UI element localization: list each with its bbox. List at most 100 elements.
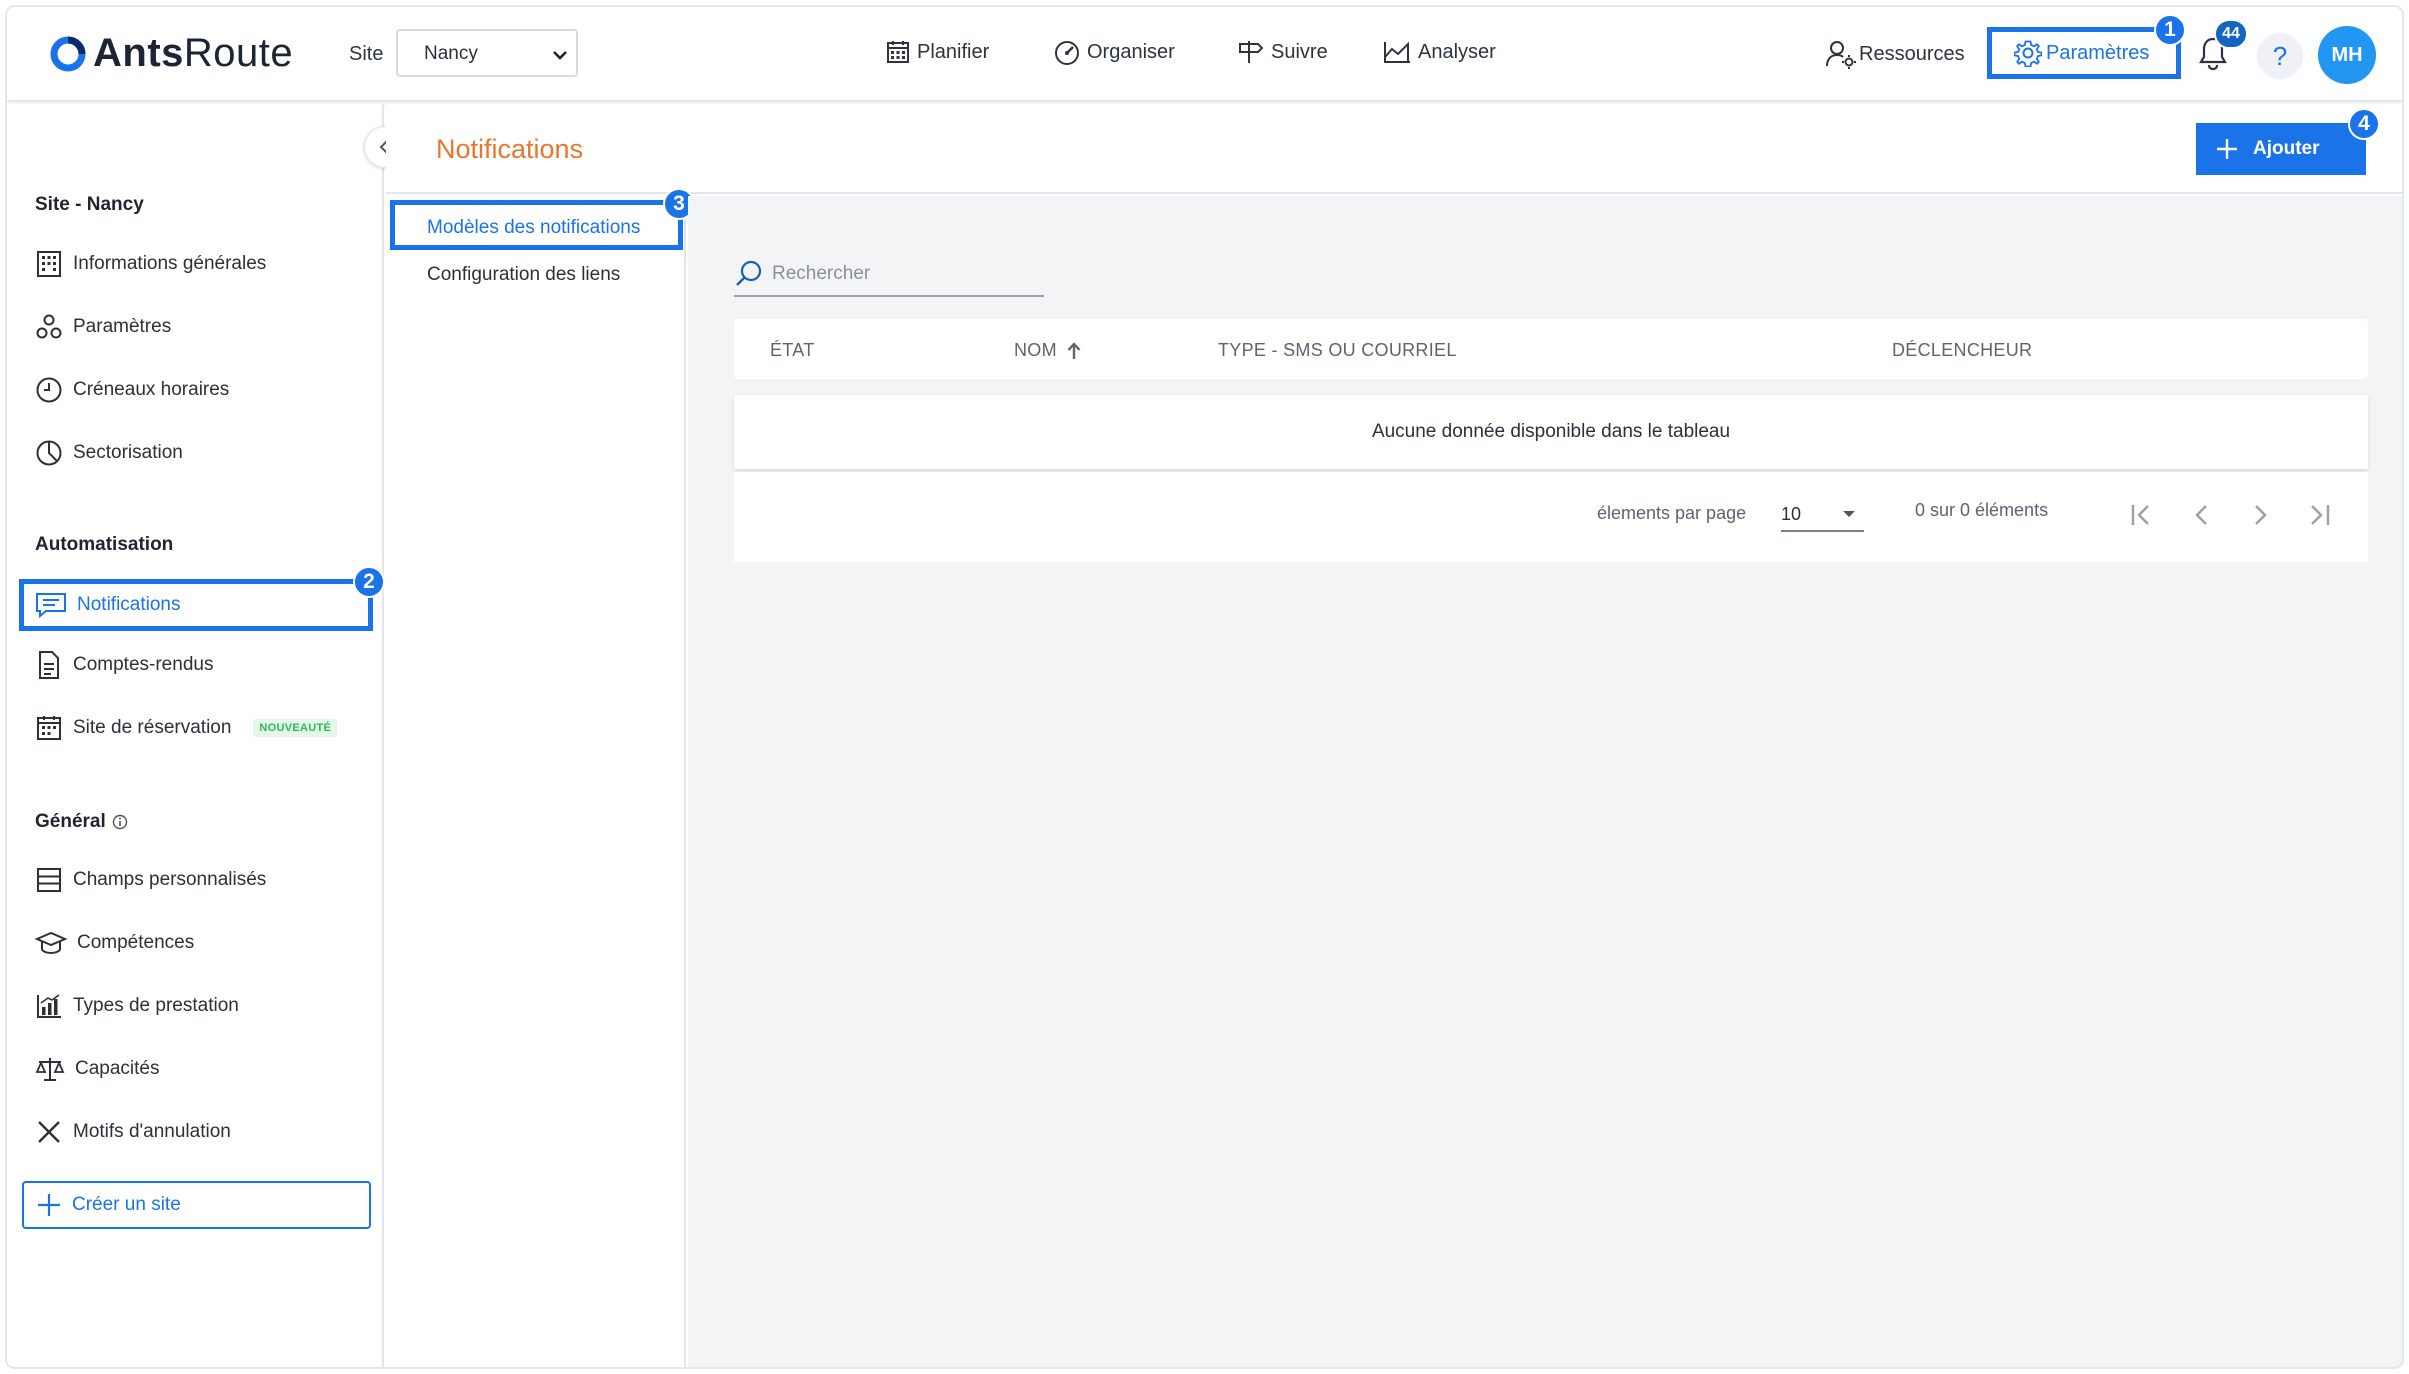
pie-icon: [36, 440, 62, 466]
sidebar-item-capacites[interactable]: Capacités: [35, 1051, 160, 1087]
sidebar-item-motifs[interactable]: Motifs d'annulation: [35, 1114, 231, 1150]
search-icon: [736, 260, 762, 286]
sidebar-item-label: Champs personnalisés: [73, 869, 267, 890]
plus-icon: [2217, 139, 2237, 159]
sidebar: Site - Nancy Informations générales Para…: [7, 104, 406, 1367]
sidebar-item-comptes-rendus[interactable]: Comptes-rendus: [35, 647, 213, 683]
gear-icon: [2014, 40, 2042, 67]
nav-organiser[interactable]: Organiser: [1053, 39, 1175, 65]
sort-ascending-icon: [1067, 341, 1081, 359]
sidebar-item-label: Types de prestation: [73, 995, 239, 1016]
create-site-button[interactable]: Créer un site: [22, 1181, 371, 1229]
building-icon: [37, 251, 61, 277]
notifications-bell-button[interactable]: 44: [2197, 19, 2248, 75]
calendar-icon: [887, 41, 909, 63]
page-size-value: 10: [1781, 503, 1802, 524]
nav-planifier[interactable]: Planifier: [885, 39, 989, 65]
nav-organiser-label: Organiser: [1087, 40, 1175, 63]
sidebar-section-site: Site - Nancy: [35, 194, 144, 215]
add-button[interactable]: Ajouter: [2196, 123, 2366, 175]
new-badge: NOUVEAUTÉ: [253, 719, 338, 737]
site-select-value: Nancy: [424, 43, 478, 64]
caret-down-icon: [1843, 511, 1855, 517]
sidebar-item-informations[interactable]: Informations générales: [35, 246, 266, 282]
sidebar-item-creneaux[interactable]: Créneaux horaires: [35, 372, 229, 408]
tab-modeles-notifications[interactable]: Modèles des notifications: [390, 200, 683, 250]
logo[interactable]: AntsRoute: [49, 31, 293, 76]
document-icon: [39, 651, 59, 679]
signpost-icon: [1239, 41, 1264, 63]
page-title: Notifications: [436, 134, 584, 164]
sidebar-item-label: Motifs d'annulation: [73, 1121, 231, 1142]
column-type[interactable]: TYPE - SMS OU COURRIEL: [1218, 340, 1457, 361]
x-icon: [38, 1121, 60, 1143]
settings-button[interactable]: Paramètres: [1987, 27, 2181, 79]
search-input[interactable]: [772, 262, 1032, 285]
sidebar-item-label: Sectorisation: [73, 442, 183, 463]
sidebar-item-label: Capacités: [75, 1058, 160, 1079]
nav-suivre[interactable]: Suivre: [1237, 39, 1328, 65]
column-nom[interactable]: NOM: [1014, 340, 1081, 361]
settings-label: Paramètres: [2046, 41, 2150, 64]
column-etat[interactable]: ÉTAT: [770, 340, 815, 361]
info-icon[interactable]: [112, 814, 128, 830]
sidebar-item-label: Informations générales: [73, 253, 267, 274]
calendar-grid-icon: [37, 716, 61, 740]
nav-analyser-label: Analyser: [1418, 40, 1496, 63]
logo-text: AntsRoute: [93, 31, 294, 75]
sidebar-item-champs[interactable]: Champs personnalisés: [35, 862, 266, 898]
bar-chart-icon: [37, 994, 61, 1018]
paginator: élements par page 10 0 sur 0 éléments: [734, 472, 2368, 562]
add-label: Ajouter: [2253, 138, 2320, 159]
sidebar-item-parametres[interactable]: Paramètres: [35, 309, 171, 345]
sidebar-item-label: Créneaux horaires: [73, 379, 230, 400]
page-header: Notifications Ajouter 4: [386, 104, 2402, 194]
site-label: Site: [349, 43, 384, 65]
create-site-label: Créer un site: [72, 1194, 181, 1215]
page-count-text: 0 sur 0 éléments: [1915, 500, 2049, 520]
page-size-label: élements par page: [1597, 503, 1747, 523]
nav-analyser[interactable]: Analyser: [1382, 39, 1496, 65]
last-page-icon[interactable]: [2306, 502, 2334, 528]
chart-area-icon: [1384, 41, 1410, 63]
content-area: ÉTAT NOM TYPE - SMS OU COURRIEL DÉCLENCH…: [688, 196, 2402, 1367]
sidebar-section-automatisation: Automatisation: [35, 534, 174, 555]
sidebar-item-site-reservation[interactable]: Site de réservation NOUVEAUTÉ: [35, 710, 338, 746]
sidebar-item-label: Site de réservation: [73, 717, 232, 738]
message-icon: [36, 593, 66, 619]
site-select[interactable]: Nancy: [396, 29, 578, 77]
plus-icon: [38, 1194, 60, 1216]
notifications-count-badge: 44: [2214, 19, 2248, 49]
user-gear-icon: [1826, 41, 1856, 69]
search-field[interactable]: [734, 252, 1044, 297]
step-badge-1: 1: [2154, 14, 2186, 46]
nav-planifier-label: Planifier: [917, 40, 990, 63]
sidebar-item-sectorisation[interactable]: Sectorisation: [35, 435, 183, 471]
previous-page-icon[interactable]: [2189, 502, 2215, 528]
sidebar-item-label: Comptes-rendus: [73, 654, 214, 675]
next-page-icon[interactable]: [2247, 502, 2273, 528]
tab-label: Modèles des notifications: [427, 217, 641, 238]
clock-icon: [36, 377, 62, 403]
avatar[interactable]: MH: [2318, 26, 2376, 84]
ants-logo-icon: [50, 36, 86, 71]
step-badge-4: 4: [2348, 108, 2380, 140]
sidebar-item-label: Paramètres: [73, 316, 172, 337]
sidebar-item-notifications[interactable]: Notifications: [19, 579, 373, 631]
scale-icon: [35, 1058, 65, 1081]
sidebar-item-competences[interactable]: Compétences: [35, 925, 194, 961]
nav-ressources[interactable]: Ressources: [1825, 39, 1965, 69]
empty-table-message: Aucune donnée disponible dans le tableau: [734, 395, 2368, 469]
help-button[interactable]: ?: [2257, 33, 2303, 79]
sub-navigation: Modèles des notifications 3 Configuratio…: [386, 188, 695, 1367]
first-page-icon[interactable]: [2128, 502, 2154, 528]
sidebar-section-general-label: Général: [35, 811, 106, 832]
tab-configuration-liens[interactable]: Configuration des liens: [427, 264, 620, 286]
nav-ressources-label: Ressources: [1859, 42, 1965, 65]
sidebar-item-label: Notifications: [77, 594, 181, 615]
page-size-select[interactable]: 10: [1781, 498, 1864, 532]
column-declencheur[interactable]: DÉCLENCHEUR: [1892, 340, 2032, 361]
sidebar-item-types-prestation[interactable]: Types de prestation: [35, 988, 239, 1024]
table-header: ÉTAT NOM TYPE - SMS OU COURRIEL DÉCLENCH…: [734, 319, 2368, 379]
cluster-icon: [36, 314, 62, 339]
